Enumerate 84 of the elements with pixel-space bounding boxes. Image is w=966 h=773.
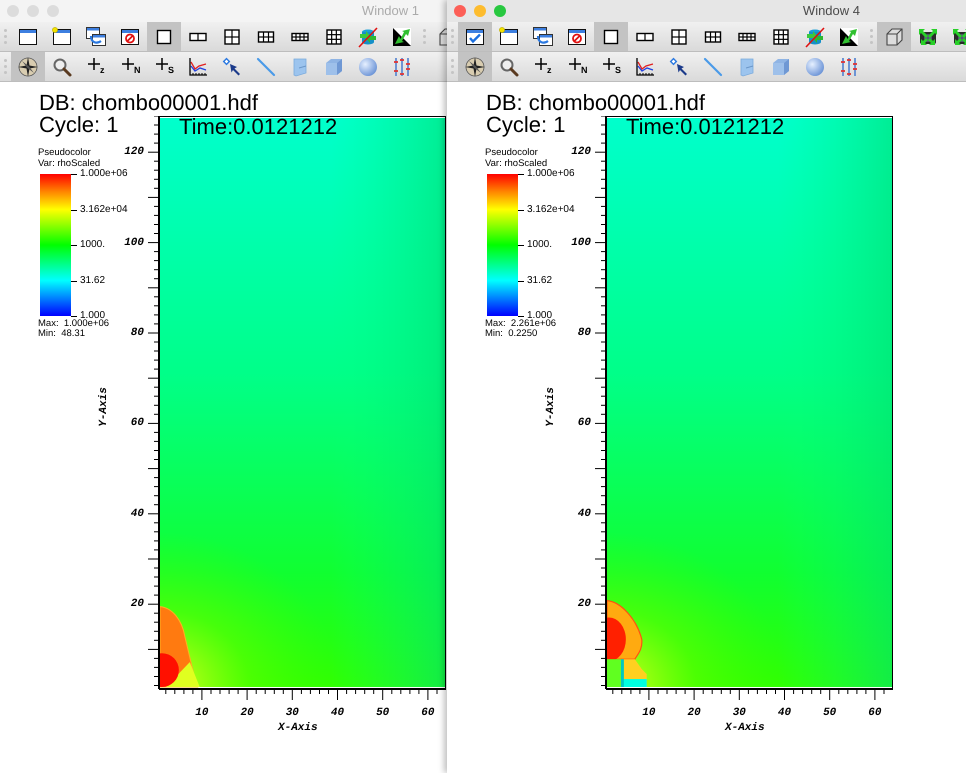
- toolbar-button[interactable]: [458, 22, 492, 51]
- color-scale-label: 1.000e+06: [527, 168, 575, 180]
- x-axis-title: X-Axis: [278, 721, 318, 735]
- toolbar-button[interactable]: S: [147, 52, 181, 81]
- toolbar-button[interactable]: [877, 22, 911, 51]
- window-title: Window 4: [802, 2, 860, 20]
- toolbar-button[interactable]: N: [113, 52, 147, 81]
- y-tick-label: 40: [130, 506, 144, 521]
- diagonal-arrows-icon: [391, 26, 413, 48]
- toolbar-button[interactable]: z: [526, 52, 560, 81]
- diagonal-line-icon: [255, 56, 277, 78]
- x-axis-title: X-Axis: [725, 721, 765, 735]
- diagonal-arrows-icon: [838, 26, 860, 48]
- crossed-cylinder-icon: [804, 26, 826, 48]
- legend-variable: Var: rhoScaled: [38, 158, 100, 169]
- x-tick-label: 20: [239, 706, 255, 720]
- legend-min: Min: 48.31: [38, 329, 85, 339]
- y-tick-label: 80: [130, 326, 144, 340]
- point-pick-icon: [221, 56, 243, 78]
- x-tick-label: 30: [284, 706, 300, 720]
- point-pick-icon: [668, 56, 690, 78]
- y-tick-label: 80: [576, 326, 591, 340]
- compass-icon: [464, 56, 486, 78]
- y-tick-label: 120: [570, 145, 591, 160]
- copy-windows-icon: [532, 26, 554, 48]
- crossed-cylinder-icon: [357, 26, 379, 48]
- line-chart-icon: [634, 56, 656, 78]
- zoom-icon: [498, 56, 520, 78]
- toolbar-button[interactable]: [594, 22, 628, 51]
- legend-variable: Var: rhoScaled: [485, 158, 548, 169]
- color-scale-label: 1.000: [80, 310, 106, 321]
- toolbar-button[interactable]: S: [594, 52, 628, 81]
- sliders-icon: [838, 56, 860, 78]
- sphere-icon: [357, 56, 379, 78]
- color-scale-label: 3.162e+04: [527, 204, 575, 216]
- database-label: DB: chombo00001.hdf: [486, 91, 705, 115]
- compass-icon: [17, 56, 39, 78]
- color-scale-label: 1000.: [527, 239, 552, 251]
- y-axis-title: Y-Axis: [96, 387, 111, 427]
- y-axis-title: Y-Axis: [544, 387, 558, 427]
- toolbar-button[interactable]: [458, 52, 492, 81]
- sliders-icon: [391, 56, 413, 78]
- x-tick-label: 10: [641, 706, 656, 720]
- color-scale-label: 31.62: [527, 274, 552, 286]
- time-label: Time:0.0121212: [626, 115, 784, 139]
- x-tick-label: 40: [776, 706, 792, 720]
- x-tick-label: 20: [686, 706, 702, 720]
- x-tick-label: 60: [867, 706, 882, 720]
- legend-title: Pseudocolor: [485, 147, 538, 158]
- toolbar-button[interactable]: N: [560, 52, 594, 81]
- new-window-icon: [498, 26, 520, 48]
- legend-title: Pseudocolor: [38, 147, 91, 158]
- legend-min: Min: 0.2250: [485, 329, 538, 339]
- y-tick-label: 20: [576, 597, 591, 612]
- cycle-label: Cycle: 1: [486, 113, 566, 137]
- window-title: Window 1: [362, 2, 419, 20]
- copy-windows-icon: [85, 26, 107, 48]
- toolbar-button[interactable]: [11, 52, 45, 81]
- color-scale-label: 3.162e+04: [80, 204, 128, 216]
- zoom-icon: [51, 56, 73, 78]
- toolbar-button[interactable]: z: [79, 52, 113, 81]
- x-tick-label: 50: [375, 706, 390, 720]
- sphere-icon: [804, 56, 826, 78]
- y-tick-label: 40: [576, 506, 591, 521]
- line-chart-icon: [187, 56, 209, 78]
- color-scale-label: 1.000: [527, 310, 552, 321]
- x-tick-label: 30: [732, 706, 747, 720]
- toolbar-button[interactable]: [147, 22, 181, 51]
- color-scale-label: 1.000e+06: [80, 168, 128, 180]
- time-label: Time:0.0121212: [179, 115, 338, 139]
- color-scale-label: 1000.: [80, 239, 106, 251]
- legend-max: Max: 1.000e+06: [38, 319, 110, 329]
- x-tick-label: 50: [822, 706, 838, 720]
- diagonal-line-icon: [702, 56, 724, 78]
- color-scale-label: 31.62: [80, 274, 106, 286]
- database-label: DB: chombo00001.hdf: [39, 91, 258, 115]
- x-tick-label: 10: [194, 706, 210, 720]
- x-tick-label: 60: [420, 706, 436, 720]
- legend-max: Max: 2.261e+06: [485, 319, 556, 329]
- y-tick-label: 120: [123, 145, 144, 160]
- x-tick-label: 40: [330, 706, 346, 720]
- new-window-icon: [51, 26, 73, 48]
- y-tick-label: 20: [130, 597, 144, 612]
- cycle-label: Cycle: 1: [39, 113, 118, 137]
